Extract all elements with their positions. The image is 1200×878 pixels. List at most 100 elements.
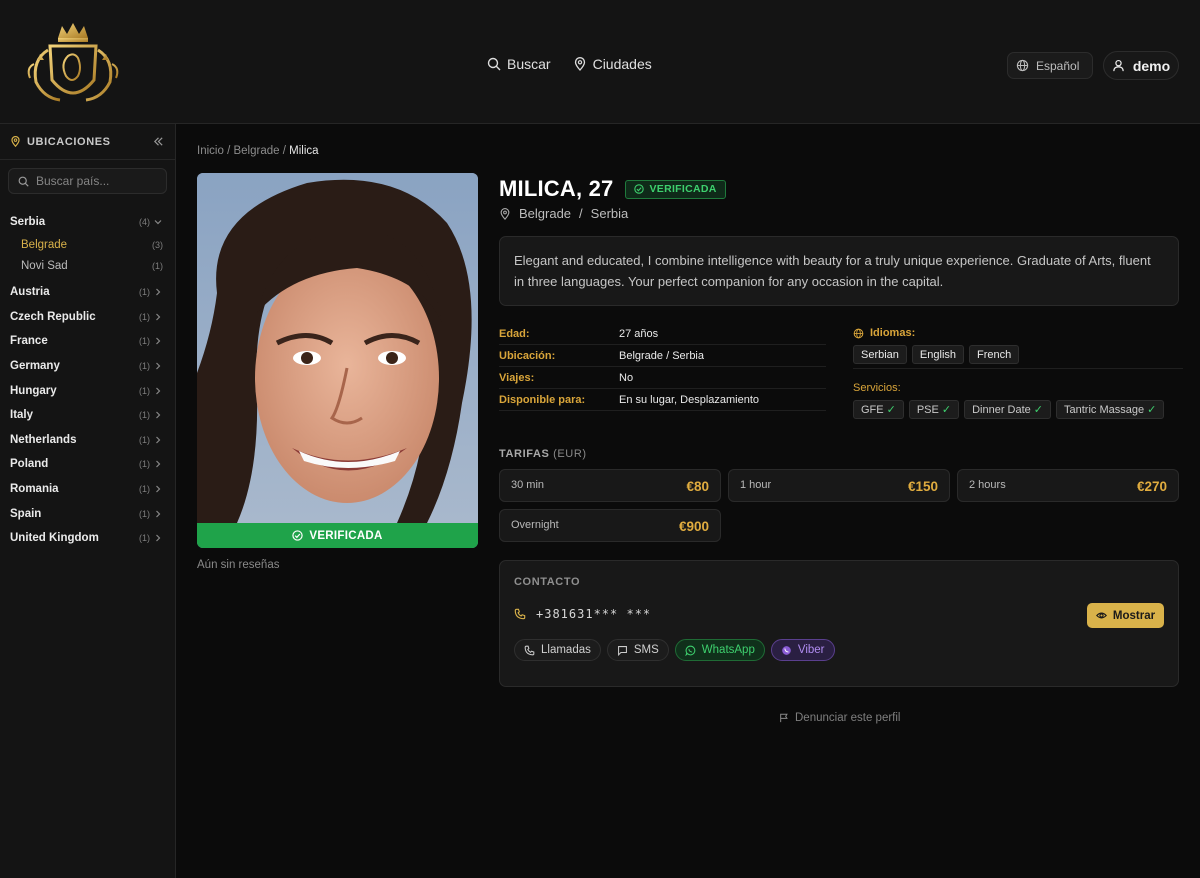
reviews-status: Aún sin reseñas: [197, 559, 280, 571]
search-icon: [487, 57, 501, 71]
detail-value: Belgrade / Serbia: [619, 349, 704, 362]
contact-method-whatsapp[interactable]: WhatsApp: [674, 639, 765, 661]
photo-verified-label: VERIFICADA: [309, 529, 383, 542]
contact-method-label: SMS: [633, 644, 659, 656]
language-selector[interactable]: Español: [1007, 52, 1093, 79]
service-name: Dinner Date: [972, 403, 1031, 416]
country-count: (1): [139, 361, 150, 372]
sidebar-item-spain[interactable]: Spain (1): [0, 501, 175, 526]
country-name: Germany: [10, 360, 60, 373]
detail-row-age: Edad: 27 años: [499, 323, 826, 345]
crown-logo-icon[interactable]: [22, 20, 124, 112]
country-count: (1): [139, 410, 150, 421]
search-icon: [18, 176, 29, 187]
sidebar-item-austria[interactable]: Austria (1): [0, 280, 175, 305]
contact-method-sms[interactable]: SMS: [606, 639, 669, 661]
chevron-down-icon: [154, 220, 162, 225]
contact-method-label: Viber: [797, 644, 825, 656]
detail-key: Disponible para:: [499, 393, 586, 406]
rate-card: 1 hour €150: [728, 469, 950, 502]
city-count: (1): [152, 260, 163, 271]
language-label: Español: [1036, 58, 1080, 73]
detail-value: No: [619, 371, 634, 384]
country-name: Hungary: [10, 384, 57, 397]
sidebar-item-italy[interactable]: Italy (1): [0, 403, 175, 428]
eye-icon: [1095, 612, 1107, 619]
chevron-right-icon: [156, 338, 161, 345]
location-city[interactable]: Belgrade: [519, 206, 571, 221]
sidebar-item-belgrade[interactable]: Belgrade (3): [0, 234, 175, 255]
country-count: (1): [139, 311, 150, 322]
sidebar-item-czech-republic[interactable]: Czech Republic (1): [0, 305, 175, 330]
profile-photo: [197, 173, 478, 523]
country-count: (1): [139, 459, 150, 470]
sidebar-item-hungary[interactable]: Hungary (1): [0, 378, 175, 403]
service-tag: Dinner Date ✓: [964, 400, 1051, 419]
detail-key: Ubicación:: [499, 349, 556, 362]
chevron-right-icon: [156, 313, 161, 321]
nav-cities-label: Ciudades: [592, 56, 652, 72]
contact-method-viber[interactable]: Viber: [770, 639, 835, 661]
rates-heading: TARIFAS (EUR): [499, 448, 587, 460]
locations-sidebar: UBICACIONES Serbia (4) Belgrade (3) Novi…: [0, 124, 176, 878]
show-phone-label: Mostrar: [1112, 609, 1156, 622]
rate-card: 30 min €80: [499, 469, 721, 502]
sidebar-item-romania[interactable]: Romania (1): [0, 477, 175, 502]
photo-verified-badge: VERIFICADA: [197, 523, 478, 548]
contact-method-label: WhatsApp: [701, 644, 755, 656]
detail-row-location: Ubicación: Belgrade / Serbia: [499, 345, 826, 367]
location-separator: /: [579, 206, 583, 221]
sidebar-item-united-kingdom[interactable]: United Kingdom (1): [0, 526, 175, 551]
country-search: [8, 168, 167, 194]
contact-panel: CONTACTO +381631*** *** Mostrar Llamadas…: [499, 560, 1179, 687]
detail-row-availability: Disponible para: En su lugar, Desplazamie…: [499, 389, 826, 411]
country-count: (1): [139, 385, 150, 396]
top-header: Buscar Ciudades Español demo: [0, 0, 1200, 124]
nav-search[interactable]: Buscar: [487, 56, 551, 72]
show-phone-button[interactable]: Mostrar: [1087, 603, 1164, 628]
sidebar-item-poland[interactable]: Poland (1): [0, 452, 175, 477]
username: demo: [1132, 57, 1171, 74]
map-pin-icon: [500, 207, 510, 220]
main-nav: Buscar Ciudades: [487, 56, 652, 72]
rate-card: 2 hours €270: [957, 469, 1179, 502]
chevron-right-icon: [156, 485, 161, 493]
location-country[interactable]: Serbia: [591, 206, 629, 221]
report-profile-link[interactable]: Denunciar este perfil: [779, 712, 900, 724]
country-count: (4): [139, 217, 150, 227]
sidebar-item-germany[interactable]: Germany (1): [0, 354, 175, 379]
nav-search-label: Buscar: [507, 56, 551, 72]
rate-price: €150: [907, 479, 938, 494]
sidebar-title: UBICACIONES: [27, 135, 111, 148]
city-name: Novi Sad: [21, 259, 68, 272]
service-tag: Tantric Massage ✓: [1056, 400, 1165, 419]
breadcrumb: Inicio / Belgrade / Milica: [197, 145, 319, 157]
whatsapp-icon: [685, 645, 696, 656]
rate-card: Overnight €900: [499, 509, 721, 542]
sidebar-item-france[interactable]: France (1): [0, 329, 175, 354]
chevron-right-icon: [156, 387, 161, 395]
country-count: (1): [139, 336, 150, 347]
detail-key: Viajes:: [499, 371, 535, 384]
sidebar-item-serbia[interactable]: Serbia (4): [0, 210, 175, 234]
country-count: (1): [139, 484, 150, 495]
user-menu-button[interactable]: demo: [1103, 51, 1179, 80]
service-tag: PSE ✓: [908, 400, 960, 419]
sidebar-item-netherlands[interactable]: Netherlands (1): [0, 428, 175, 453]
breadcrumb-home[interactable]: Inicio: [197, 145, 224, 157]
country-search-input[interactable]: [36, 174, 156, 188]
service-name: PSE: [916, 403, 939, 416]
detail-row-travel: Viajes: No: [499, 367, 826, 389]
contact-method-calls[interactable]: Llamadas: [514, 639, 601, 661]
languages-section: Idiomas: Serbian English French: [853, 327, 1183, 369]
collapse-sidebar-icon[interactable]: [153, 136, 164, 147]
phone-icon: [514, 608, 526, 620]
nav-cities[interactable]: Ciudades: [573, 56, 652, 72]
breadcrumb-city[interactable]: Belgrade: [233, 145, 279, 157]
sidebar-item-novi-sad[interactable]: Novi Sad (1): [0, 255, 175, 276]
map-pin-icon: [574, 57, 585, 71]
message-icon: [617, 645, 627, 656]
profile-photo-card[interactable]: VERIFICADA: [197, 173, 478, 548]
language-tag: French: [969, 345, 1020, 364]
chevron-right-icon: [156, 461, 161, 468]
